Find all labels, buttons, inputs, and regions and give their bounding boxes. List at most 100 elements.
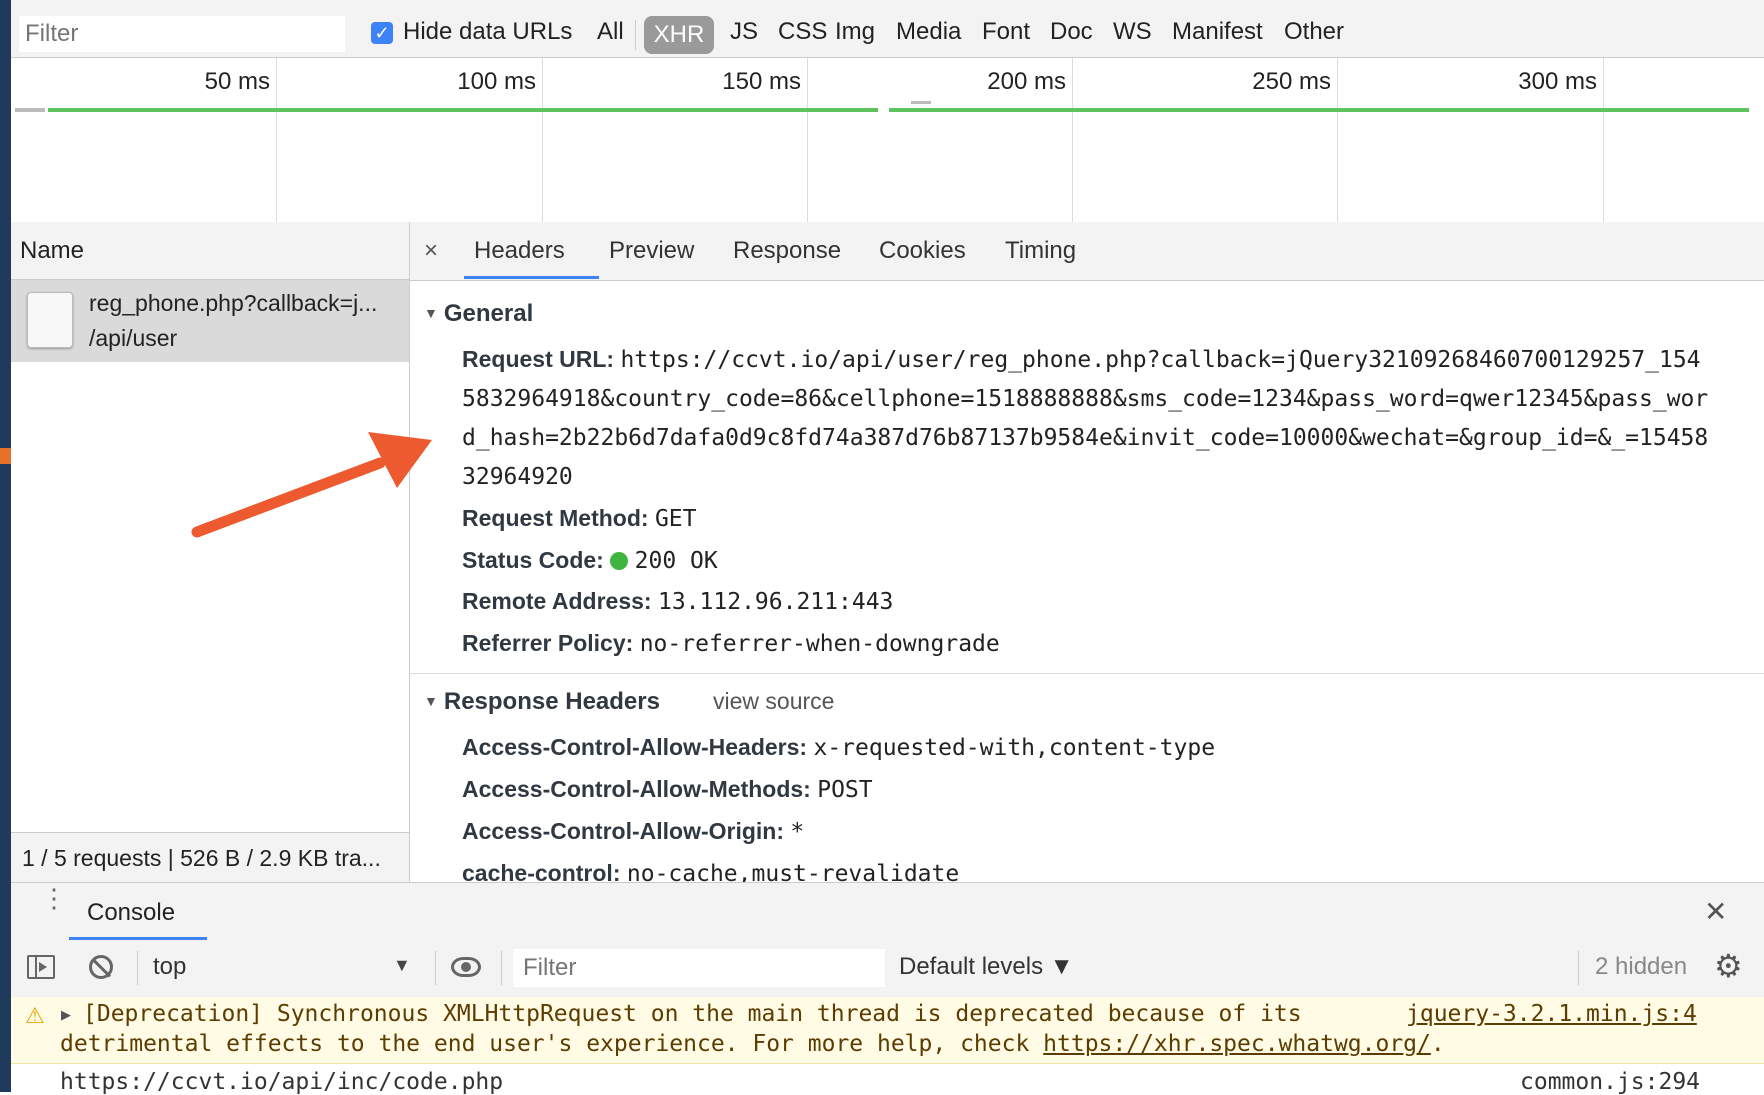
log-levels-dropdown[interactable]: Default levels ▼ [899, 953, 1074, 981]
toolbar-separator [137, 951, 138, 985]
response-headers-section-header[interactable]: ▼ Response Headers [424, 688, 660, 716]
timeline-tick-label: 300 ms [1518, 68, 1597, 95]
console-toolbar: top ▼ Default levels ▼ 2 hidden ⚙ [11, 941, 1764, 998]
filter-type-img[interactable]: Img [835, 18, 875, 46]
context-selector[interactable]: top [153, 953, 186, 981]
response-header-row: Access-Control-Allow-Methods: POST [462, 776, 873, 803]
filter-type-other[interactable]: Other [1284, 18, 1344, 46]
close-icon[interactable]: ✕ [1704, 895, 1727, 928]
toolbar-separator [501, 951, 502, 985]
toolbar-separator [435, 951, 436, 985]
tab-headers[interactable]: Headers [474, 222, 565, 280]
request-url-row: 32964920 [462, 463, 573, 490]
general-section-header[interactable]: ▼ General [424, 300, 533, 328]
sidebar-toggle-icon[interactable] [27, 955, 55, 979]
filter-type-all[interactable]: All [597, 18, 624, 46]
filter-type-xhr[interactable]: XHR [644, 16, 714, 54]
filter-type-doc[interactable]: Doc [1050, 18, 1093, 46]
warning-icon: ⚠ [25, 1003, 45, 1028]
remote-address-row: Remote Address: 13.112.96.211:443 [462, 588, 893, 615]
request-url-row: d_hash=2b22b6d7dafa0d9c8fd74a387d76b8713… [462, 424, 1708, 451]
response-header-value: x-requested-with,content-type [813, 735, 1216, 761]
timeline-tick-label: 100 ms [457, 68, 536, 95]
desktop-edge [0, 0, 11, 1092]
console-drawer: ⋮ Console ✕ top ▼ Default levels ▼ 2 hid… [11, 882, 1764, 1095]
timeline-bar [889, 108, 1749, 112]
hide-data-urls-checkbox[interactable]: ✓ [371, 22, 393, 44]
timeline-tick-label: 250 ms [1252, 68, 1331, 95]
warning-text-part: . [1430, 1031, 1445, 1057]
warning-text-line2: detrimental effects to the end user's ex… [60, 1031, 1445, 1057]
request-url-row: 5832964918&country_code=86&cellphone=151… [462, 385, 1708, 412]
tab-console[interactable]: Console [87, 899, 175, 927]
eye-icon[interactable] [451, 957, 481, 977]
response-header-row: cache-control: no-cache,must-revalidate [462, 860, 959, 882]
request-url-line: d_hash=2b22b6d7dafa0d9c8fd74a387d76b8713… [462, 425, 1709, 451]
filter-type-manifest[interactable]: Manifest [1172, 18, 1263, 46]
drawer-tabs: ⋮ Console ✕ [11, 883, 1764, 942]
tab-preview[interactable]: Preview [609, 222, 694, 280]
toolbar-separator [1578, 951, 1579, 985]
triangle-down-icon: ▼ [424, 305, 438, 321]
filter-type-media[interactable]: Media [896, 18, 961, 46]
warning-help-link[interactable]: https://xhr.spec.whatwg.org/ [1043, 1031, 1431, 1057]
request-url-line: 5832964918&country_code=86&cellphone=151… [462, 386, 1709, 412]
network-filter-bar: ✓ Hide data URLs All XHR JS CSS Img Medi… [11, 0, 1764, 58]
section-divider [410, 673, 1764, 674]
status-code-row: Status Code: 200 OK [462, 547, 718, 574]
response-header-value: * [790, 819, 805, 845]
tab-response[interactable]: Response [733, 222, 841, 280]
timeline-gridline [542, 58, 543, 222]
request-row[interactable]: reg_phone.php?callback=j... /api/user [11, 280, 409, 362]
status-code-value: 200 OK [634, 548, 718, 574]
response-header-name: Access-Control-Allow-Headers: [462, 734, 808, 760]
request-detail-panel: × Headers Preview Response Cookies Timin… [410, 222, 1764, 882]
remote-address-value: 13.112.96.211:443 [657, 589, 894, 615]
network-overview-timeline[interactable]: 50 ms 100 ms 150 ms 200 ms 250 ms 300 ms [11, 58, 1764, 223]
timeline-tick-label: 50 ms [204, 68, 270, 95]
expand-triangle-icon[interactable]: ▶ [61, 1007, 71, 1023]
name-column-header[interactable]: Name [11, 222, 409, 280]
view-source-link[interactable]: view source [713, 688, 834, 715]
response-header-value: POST [817, 777, 873, 803]
referrer-policy-row: Referrer Policy: no-referrer-when-downgr… [462, 630, 1000, 657]
request-url-row: Request URL: https://ccvt.io/api/user/re… [462, 346, 1701, 373]
response-headers-title: Response Headers [443, 688, 660, 715]
gear-icon[interactable]: ⚙ [1714, 947, 1743, 985]
timeline-bar [48, 108, 878, 112]
request-url-line: 32964920 [462, 464, 573, 490]
response-header-row: Access-Control-Allow-Origin: * [462, 818, 804, 845]
warning-text: [Deprecation] Synchronous XMLHttpRequest… [83, 1001, 1302, 1027]
dropdown-arrow-icon[interactable]: ▼ [393, 955, 411, 976]
timeline-gridline [807, 58, 808, 222]
console-log-source[interactable]: common.js:294 [1520, 1069, 1700, 1095]
status-dot-icon [610, 552, 629, 570]
request-method-row: Request Method: GET [462, 505, 697, 532]
status-code-label: Status Code: [462, 547, 604, 573]
console-warning-message[interactable]: ⚠ ▶ [Deprecation] Synchronous XMLHttpReq… [11, 997, 1764, 1064]
filter-type-font[interactable]: Font [982, 18, 1030, 46]
filter-type-css[interactable]: CSS [778, 18, 827, 46]
hidden-count: 2 hidden [1595, 953, 1688, 980]
network-filter-input[interactable] [19, 16, 345, 52]
close-icon[interactable]: × [424, 222, 438, 280]
timeline-tick-label: 200 ms [987, 68, 1066, 95]
response-header-name: Access-Control-Allow-Methods: [462, 776, 811, 802]
clear-console-icon[interactable] [89, 955, 113, 979]
filter-type-ws[interactable]: WS [1113, 18, 1152, 46]
active-tab-indicator [69, 937, 207, 940]
referrer-policy-value: no-referrer-when-downgrade [639, 631, 1000, 657]
warning-source-link[interactable]: jquery-3.2.1.min.js:4 [1406, 1001, 1697, 1027]
more-vertical-icon[interactable]: ⋮ [41, 885, 67, 911]
timeline-bar [911, 101, 931, 104]
request-name: reg_phone.php?callback=j... [89, 290, 378, 316]
timeline-gridline [1603, 58, 1604, 222]
tab-timing[interactable]: Timing [1005, 222, 1076, 280]
filter-type-js[interactable]: JS [730, 18, 758, 46]
request-method-value: GET [654, 506, 697, 532]
request-list-panel: Name reg_phone.php?callback=j... /api/us… [11, 222, 410, 882]
tab-cookies[interactable]: Cookies [879, 222, 966, 280]
filter-separator [635, 20, 636, 50]
console-log-url: https://ccvt.io/api/inc/code.php [60, 1069, 504, 1095]
console-filter-input[interactable] [513, 949, 885, 987]
